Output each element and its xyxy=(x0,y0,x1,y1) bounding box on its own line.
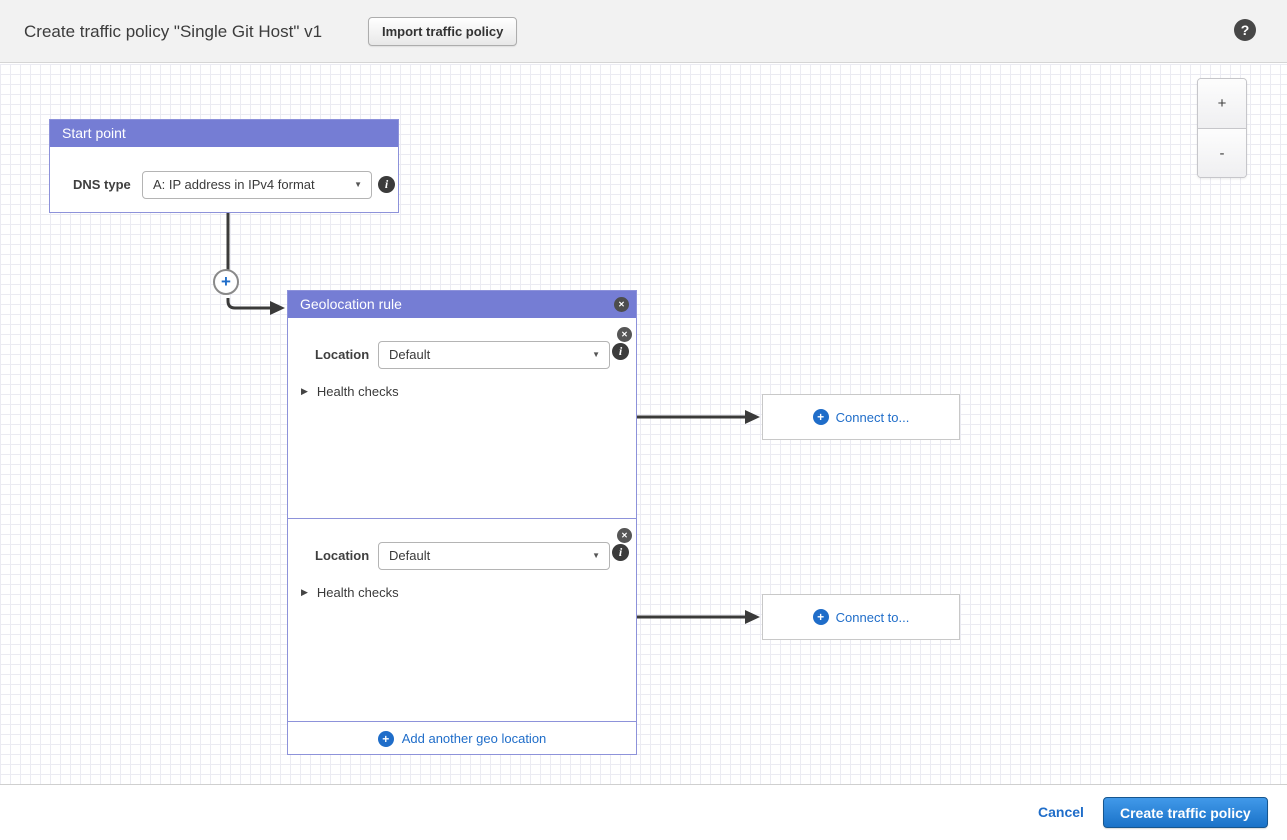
location-info-icon[interactable]: i xyxy=(612,544,629,561)
chevron-down-icon: ▼ xyxy=(354,172,362,198)
connector-elbow-to-geo-rule xyxy=(228,298,270,308)
location-label: Location xyxy=(315,542,369,570)
geolocation-rule-header: Geolocation rule ✕ xyxy=(288,291,636,318)
start-point-node: Start point DNS type A: IP address in IP… xyxy=(49,119,399,213)
disclosure-triangle-icon: ▶ xyxy=(301,587,308,598)
geo-location-section-1: ✕ Location Default ▼ i ▶ Health checks xyxy=(288,318,636,518)
location-selected-value: Default xyxy=(389,548,430,563)
geolocation-rule-title: Geolocation rule xyxy=(300,296,402,312)
start-point-header: Start point xyxy=(50,120,398,147)
geo-location-section-2: ✕ Location Default ▼ i ▶ Health checks xyxy=(288,518,636,721)
top-header-bar: Create traffic policy "Single Git Host" … xyxy=(0,0,1287,63)
arrowhead-connect-2 xyxy=(745,610,760,624)
location-select[interactable]: Default ▼ xyxy=(378,341,610,369)
cancel-button[interactable]: Cancel xyxy=(1038,804,1084,820)
close-icon[interactable]: ✕ xyxy=(614,297,629,312)
import-traffic-policy-button[interactable]: Import traffic policy xyxy=(368,17,517,46)
page-title: Create traffic policy "Single Git Host" … xyxy=(24,0,322,63)
plus-icon: + xyxy=(813,609,829,625)
dns-type-select[interactable]: A: IP address in IPv4 format ▼ xyxy=(142,171,372,199)
connect-to-label: Connect to... xyxy=(836,610,910,625)
traffic-policy-editor: Create traffic policy "Single Git Host" … xyxy=(0,0,1287,840)
health-checks-label: Health checks xyxy=(317,384,399,399)
disclosure-triangle-icon: ▶ xyxy=(301,386,308,397)
close-icon[interactable]: ✕ xyxy=(617,327,632,342)
plus-icon: + xyxy=(378,731,394,747)
zoom-in-button[interactable]: + xyxy=(1198,79,1246,128)
create-traffic-policy-button[interactable]: Create traffic policy xyxy=(1103,797,1268,828)
connect-to-label: Connect to... xyxy=(836,410,910,425)
connect-to-box-1[interactable]: + Connect to... xyxy=(762,394,960,440)
arrowhead-geo-rule xyxy=(270,301,285,315)
chevron-down-icon: ▼ xyxy=(592,543,600,569)
location-selected-value: Default xyxy=(389,347,430,362)
location-select[interactable]: Default ▼ xyxy=(378,542,610,570)
arrowhead-connect-1 xyxy=(745,410,760,424)
start-point-body: DNS type A: IP address in IPv4 format ▼ … xyxy=(50,147,398,213)
dns-type-selected-value: A: IP address in IPv4 format xyxy=(153,177,315,192)
location-info-icon[interactable]: i xyxy=(612,343,629,360)
dns-type-info-icon[interactable]: i xyxy=(378,176,395,193)
add-another-geo-location-label: Add another geo location xyxy=(402,731,547,746)
location-label: Location xyxy=(315,341,369,369)
close-icon[interactable]: ✕ xyxy=(617,528,632,543)
geolocation-rule-node: Geolocation rule ✕ ✕ Location Default ▼ … xyxy=(287,290,637,755)
dns-type-label: DNS type xyxy=(73,171,131,199)
health-checks-label: Health checks xyxy=(317,585,399,600)
connect-to-box-2[interactable]: + Connect to... xyxy=(762,594,960,640)
health-checks-toggle[interactable]: ▶ Health checks xyxy=(301,585,399,600)
policy-canvas[interactable]: + - Start point DNS type A: IP address i… xyxy=(0,64,1287,785)
help-icon[interactable]: ? xyxy=(1234,19,1256,41)
health-checks-toggle[interactable]: ▶ Health checks xyxy=(301,384,399,399)
add-another-geo-location-button[interactable]: + Add another geo location xyxy=(288,721,636,755)
zoom-out-button[interactable]: - xyxy=(1198,128,1246,177)
chevron-down-icon: ▼ xyxy=(592,342,600,368)
plus-icon: + xyxy=(813,409,829,425)
insert-rule-plus-button[interactable]: + xyxy=(213,269,239,295)
zoom-controls: + - xyxy=(1197,78,1247,178)
